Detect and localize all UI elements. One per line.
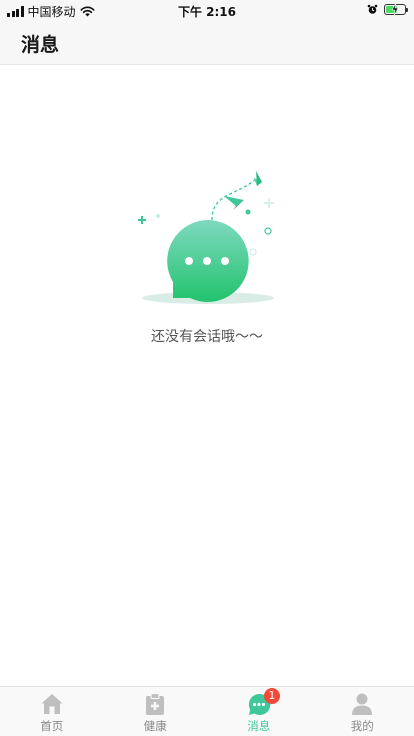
status-right [367,3,408,16]
bottom-tab-bar: 首页 健康 1 消息 我的 [0,686,414,736]
sparkle-plus-left [138,216,146,224]
empty-state-message: 还没有会话哦～～ [151,329,263,345]
unread-badge: 1 [263,688,280,704]
tab-home-label: 首页 [40,719,64,733]
dot-right [221,257,229,265]
sparkle-ring-upper [264,227,272,235]
paper-plane-large [224,196,244,206]
tab-messages[interactable]: 1 消息 [207,687,311,736]
tab-health-label: 健康 [143,719,167,733]
tab-profile-label: 我的 [350,719,374,733]
sparkle-dot-left [156,214,160,218]
paper-plane-small-fold [256,171,262,186]
empty-chat-illustration [138,171,274,304]
profile-icon [352,693,373,715]
dot-middle [203,257,211,265]
page-title: 消息 [21,34,60,56]
battery-icon [384,3,408,16]
status-bar: 中国移动 下午 2:16 [0,0,414,22]
tab-messages-label: 消息 [247,719,271,733]
navigation-bar: 消息 [0,22,414,65]
tab-health[interactable]: 健康 [104,687,208,736]
sparkle-dot-right [245,209,251,215]
sparkle-ring-lower [249,248,257,256]
status-time: 下午 2:16 [177,5,237,19]
tab-profile[interactable]: 我的 [311,687,414,736]
alarm-icon [367,4,378,14]
dot-left [185,257,193,265]
tab-home[interactable]: 首页 [0,687,104,736]
sparkle-plus-right [264,198,274,208]
home-icon [41,694,63,714]
health-clipboard-icon [146,692,165,715]
